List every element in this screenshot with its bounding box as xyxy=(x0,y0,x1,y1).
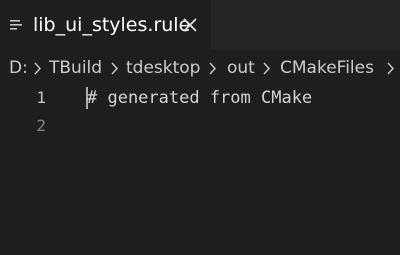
breadcrumb-item-tbuild[interactable]: TBuild xyxy=(49,56,102,80)
breadcrumb-item-out[interactable]: out xyxy=(227,56,255,80)
chevron-right-icon xyxy=(263,62,270,75)
chevron-right-icon xyxy=(387,62,394,75)
chevron-right-icon xyxy=(34,62,41,75)
line-number: 2 xyxy=(36,116,46,135)
tab-lib-ui-styles-rule[interactable]: lib_ui_styles.rule xyxy=(0,0,211,50)
lines-file-icon xyxy=(10,20,22,30)
code-line[interactable]: # generated from CMake xyxy=(87,84,312,112)
tab-bar: lib_ui_styles.rule xyxy=(0,0,400,50)
chevron-right-icon xyxy=(111,62,118,75)
line-number: 1 xyxy=(36,88,46,107)
tab-label: lib_ui_styles.rule xyxy=(33,14,191,36)
breadcrumb-item-tdesktop[interactable]: tdesktop xyxy=(126,56,200,80)
breadcrumb-item-cmakefiles[interactable]: CMakeFiles xyxy=(280,56,374,80)
code-editor[interactable]: 1 2 # generated from CMake xyxy=(0,84,400,255)
breadcrumb: D: TBuild tdesktop out CMakeFiles xyxy=(0,50,400,84)
breadcrumb-item-drive[interactable]: D: xyxy=(9,56,28,80)
editor-window: lib_ui_styles.rule D: TBuild tdesktop ou… xyxy=(0,0,400,255)
close-icon[interactable] xyxy=(179,14,201,36)
chevron-right-icon xyxy=(209,62,216,75)
line-number-gutter: 1 2 xyxy=(0,84,80,255)
